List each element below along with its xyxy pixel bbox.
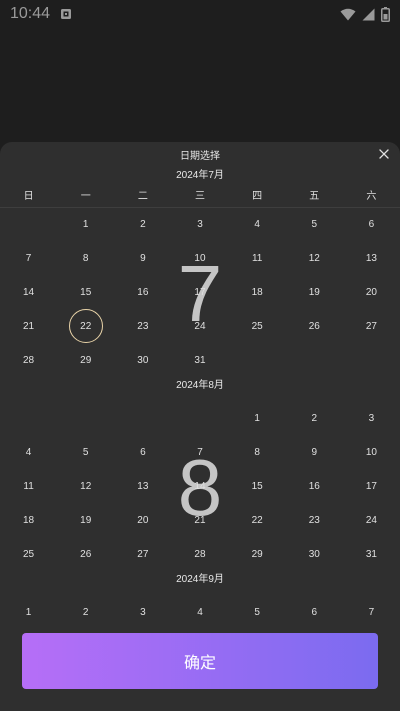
day-cell[interactable]: 7 [343, 595, 400, 617]
month-day-grid: 1 2 3 4 5 6 7 8 9 10 11 12 13 14 15 16 17 18 19 20 21 22 23 24 2… [0, 401, 400, 571]
day-cell[interactable]: 17 [171, 275, 228, 309]
day-cell[interactable]: 19 [286, 275, 343, 309]
day-cell[interactable]: 23 [286, 503, 343, 537]
day-cell[interactable]: 6 [286, 595, 343, 617]
day-cell[interactable]: 1 [0, 595, 57, 617]
day-cell[interactable]: 24 [171, 309, 228, 343]
day-cell[interactable]: 31 [171, 343, 228, 377]
day-cell[interactable]: 2 [114, 207, 171, 241]
day-cell[interactable]: 14 [171, 469, 228, 503]
day-cell[interactable]: 21 [0, 309, 57, 343]
status-time: 10:44 [10, 5, 51, 22]
day-cell[interactable]: 1 [229, 401, 286, 435]
day-cell[interactable]: 3 [114, 595, 171, 617]
day-blank [0, 207, 57, 241]
battery-icon [381, 6, 390, 22]
day-cell[interactable]: 9 [114, 241, 171, 275]
month-title: 2024年7月 [176, 170, 224, 181]
day-cell[interactable]: 24 [343, 503, 400, 537]
day-cell[interactable]: 18 [0, 503, 57, 537]
day-cell-selected[interactable]: 22 [57, 309, 114, 343]
day-cell[interactable]: 11 [0, 469, 57, 503]
signal-icon [362, 8, 375, 21]
day-cell[interactable]: 1 [57, 207, 114, 241]
day-cell[interactable]: 27 [343, 309, 400, 343]
date-picker-sheet: 日期选择 日 一 二 三 四 五 六 2024年7月 7 1 2 3 4 5 6 7 8 9 10… [0, 142, 400, 711]
month-day-grid: 1234567 [0, 595, 400, 617]
day-cell[interactable]: 10 [171, 241, 228, 275]
day-cell[interactable]: 30 [286, 537, 343, 571]
day-cell[interactable]: 21 [171, 503, 228, 537]
day-cell[interactable]: 20 [114, 503, 171, 537]
day-cell[interactable]: 31 [343, 537, 400, 571]
sheet-header: 日期选择 [0, 142, 400, 166]
month-day-grid: 1 2 3 4 5 6 7 8 9 10 11 12 13 14 15 16 17 18 19 20 21 22 23 24 2… [0, 207, 400, 377]
day-cell[interactable]: 3 [343, 401, 400, 435]
day-cell[interactable]: 7 [0, 241, 57, 275]
day-cell[interactable]: 12 [57, 469, 114, 503]
close-button[interactable] [376, 146, 392, 162]
month-scroll-area[interactable]: 2024年7月 7 1 2 3 4 5 6 7 8 9 10 11 12 13 14 15 16 17 18 19 2… [0, 168, 400, 616]
day-cell[interactable]: 27 [114, 537, 171, 571]
day-cell[interactable]: 3 [171, 207, 228, 241]
day-cell[interactable]: 2 [57, 595, 114, 617]
day-cell[interactable]: 5 [57, 435, 114, 469]
day-cell[interactable]: 8 [229, 435, 286, 469]
day-cell[interactable]: 23 [114, 309, 171, 343]
day-blank [171, 401, 228, 435]
wifi-icon [340, 8, 356, 21]
day-cell[interactable]: 29 [57, 343, 114, 377]
day-cell[interactable]: 5 [229, 595, 286, 617]
status-bar: 10:44 [0, 0, 400, 28]
day-cell[interactable]: 26 [286, 309, 343, 343]
day-cell[interactable]: 17 [343, 469, 400, 503]
day-blank [0, 401, 57, 435]
day-cell[interactable]: 8 [57, 241, 114, 275]
day-cell[interactable]: 11 [229, 241, 286, 275]
day-cell[interactable]: 5 [286, 207, 343, 241]
day-cell[interactable]: 10 [343, 435, 400, 469]
day-cell[interactable]: 2 [286, 401, 343, 435]
month-title: 2024年8月 [176, 380, 224, 391]
day-blank [114, 401, 171, 435]
day-cell[interactable]: 26 [57, 537, 114, 571]
day-cell[interactable]: 19 [57, 503, 114, 537]
sheet-title: 日期选择 [180, 150, 220, 162]
day-cell[interactable]: 18 [229, 275, 286, 309]
day-cell[interactable]: 12 [286, 241, 343, 275]
day-cell[interactable]: 15 [229, 469, 286, 503]
day-cell[interactable]: 25 [0, 537, 57, 571]
day-cell[interactable]: 13 [114, 469, 171, 503]
day-cell[interactable]: 14 [0, 275, 57, 309]
day-cell[interactable]: 25 [229, 309, 286, 343]
day-cell[interactable]: 7 [171, 435, 228, 469]
day-cell[interactable]: 4 [171, 595, 228, 617]
day-cell[interactable]: 16 [114, 275, 171, 309]
close-icon [379, 149, 389, 159]
day-cell[interactable]: 4 [229, 207, 286, 241]
day-cell[interactable]: 29 [229, 537, 286, 571]
notification-icon [60, 8, 72, 20]
day-cell[interactable]: 6 [114, 435, 171, 469]
month-title: 2024年9月 [176, 574, 224, 585]
day-cell[interactable]: 28 [0, 343, 57, 377]
day-cell[interactable]: 20 [343, 275, 400, 309]
confirm-button[interactable]: 确定 [22, 633, 378, 689]
day-blank [57, 401, 114, 435]
day-cell[interactable]: 30 [114, 343, 171, 377]
day-cell[interactable]: 6 [343, 207, 400, 241]
day-cell[interactable]: 16 [286, 469, 343, 503]
day-cell[interactable]: 4 [0, 435, 57, 469]
day-cell[interactable]: 13 [343, 241, 400, 275]
day-cell[interactable]: 28 [171, 537, 228, 571]
day-cell[interactable]: 15 [57, 275, 114, 309]
day-cell[interactable]: 22 [229, 503, 286, 537]
day-cell[interactable]: 9 [286, 435, 343, 469]
